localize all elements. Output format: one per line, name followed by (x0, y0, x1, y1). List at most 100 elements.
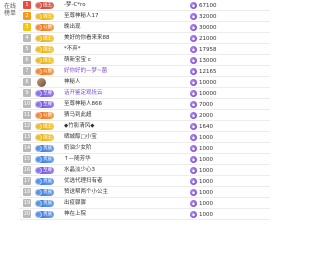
leaderboard-row[interactable]: 10 至尊 至尊神秘人866 ◆ 7000 (19, 99, 270, 110)
score-number: 30000 (199, 24, 217, 31)
badge-wrap: 国王 (35, 12, 61, 20)
score-value: ◆ 10000 (190, 88, 217, 99)
leaderboard-row[interactable]: 18 贵族 赞送帮两个小公主 ◆ 1000 (19, 187, 270, 198)
badge-crown-icon (35, 199, 42, 207)
vip-badge: 至尊 (35, 89, 54, 97)
score-value: ◆ 10000 (190, 77, 217, 88)
vip-badge-label: 贵族 (43, 211, 52, 217)
vip-badge: 贵族 (35, 155, 54, 163)
vip-badge: 贵族 (35, 188, 54, 196)
rank-number: 8 (23, 78, 31, 86)
rank-number: 10 (23, 100, 31, 108)
leaderboard-row[interactable]: 5 国王 *不弃* ◆ 17958 (19, 44, 270, 55)
score-number: 32000 (199, 13, 217, 20)
user-name: 神秘人 (64, 78, 81, 85)
leaderboard-row[interactable]: 20 贵族 神在上院 ◆ 1000 (19, 209, 270, 220)
badge-crown-icon (35, 166, 42, 174)
leaderboard-row[interactable]: 17 贵族 优选代理扫有者 ◆ 1000 (19, 176, 270, 187)
vip-badge: 公爵 (35, 111, 54, 119)
leaderboard-row[interactable]: 11 公爵 猜马到此超 ◆ 2000 (19, 110, 270, 121)
badge-crown-icon (35, 100, 42, 108)
leaderboard-row[interactable]: 16 至尊 水晶淡少心3 ◆ 1000 (19, 165, 270, 176)
vip-badge-label: 贵族 (43, 178, 52, 184)
badge-wrap: 至尊 (35, 100, 61, 108)
badge-crown-icon (35, 12, 42, 20)
coin-icon: ◆ (190, 13, 197, 20)
score-value: ◆ 1000 (190, 198, 213, 209)
user-name: 出疫骤骤 (64, 199, 87, 206)
coin-icon: ◆ (190, 134, 197, 141)
coin-icon: ◆ (190, 145, 197, 152)
score-number: 1000 (199, 134, 213, 141)
vip-badge: 公爵 (35, 67, 54, 75)
vip-badge: 国王 (35, 122, 54, 130)
vip-badge: 至尊 (35, 166, 54, 174)
leaderboard-row[interactable]: 6 国王 萌新宝宝 c ◆ 13000 (19, 55, 270, 66)
leaderboard-row[interactable]: 9 至尊 话开鉴定观抚云 ◆ 10000 (19, 88, 270, 99)
badge-wrap (35, 77, 61, 87)
badge-wrap: 贵族 (35, 155, 61, 163)
vip-badge-label: 公爵 (43, 112, 52, 118)
vip-badge: 国王 (35, 56, 54, 64)
leaderboard-row[interactable]: 7 公爵 好你好的—梦~菌 ◆ 12165 (19, 66, 270, 77)
user-name: -梦-C*ro (64, 1, 86, 8)
score-value: ◆ 13000 (190, 55, 217, 66)
vip-badge-label: 国王 (43, 13, 52, 19)
score-value: ◆ 67100 (190, 0, 217, 11)
vip-badge-label: 贵族 (43, 189, 52, 195)
user-name: 晒城醇□小宝 (64, 133, 97, 140)
leaderboard-row[interactable]: 4 国王 美好的你看来来88 ◆ 21000 (19, 33, 270, 44)
badge-crown-icon (35, 155, 42, 163)
vip-badge: 国王 (35, 1, 54, 9)
badge-wrap: 至尊 (35, 89, 61, 97)
coin-icon: ◆ (190, 200, 197, 207)
vip-badge-label: 贵族 (43, 156, 52, 162)
leaderboard-row[interactable]: 12 国王 ◆竹影清风◆ ◆ 1640 (19, 121, 270, 132)
sidebar-label: 在线榜单 (3, 3, 16, 17)
leaderboard-row[interactable]: 14 贵族 奶油少女阶 ◆ 1000 (19, 143, 270, 154)
badge-wrap: 贵族 (35, 210, 61, 218)
vip-badge-label: 国王 (43, 57, 52, 63)
badge-crown-icon (35, 111, 42, 119)
vip-badge: 贵族 (35, 210, 54, 218)
leaderboard-row[interactable]: 1 国王 -梦-C*ro ◆ 67100 (19, 0, 270, 11)
score-number: 1000 (199, 145, 213, 152)
coin-icon: ◆ (190, 178, 197, 185)
leaderboard-row[interactable]: 19 贵族 出疫骤骤 ◆ 1000 (19, 198, 270, 209)
coin-icon: ◆ (190, 211, 197, 218)
leaderboard-row[interactable]: 8 神秘人 ◆ 10000 (19, 77, 270, 88)
badge-crown-icon (35, 144, 42, 152)
badge-wrap: 国王 (35, 1, 61, 9)
score-number: 1000 (199, 200, 213, 207)
vip-badge-label: 公爵 (43, 68, 52, 74)
score-value: ◆ 32000 (190, 11, 217, 22)
leaderboard-row[interactable]: 13 国王 晒城醇□小宝 ◆ 1000 (19, 132, 270, 143)
leaderboard-row[interactable]: 3 公爵 晚出现 ◆ 30000 (19, 22, 270, 33)
rank-number: 16 (23, 166, 31, 174)
badge-wrap: 国王 (35, 122, 61, 130)
score-value: ◆ 1640 (190, 121, 213, 132)
leaderboard-row[interactable]: 2 国王 至尊神秘人17 ◆ 32000 (19, 11, 270, 22)
coin-icon: ◆ (190, 189, 197, 196)
badge-wrap: 国王 (35, 133, 61, 141)
coin-icon: ◆ (190, 68, 197, 75)
vip-badge: 至尊 (35, 100, 54, 108)
vip-badge-label: 贵族 (43, 145, 52, 151)
user-name: 神在上院 (64, 210, 87, 217)
vip-badge-label: 国王 (43, 123, 52, 129)
score-number: 2000 (199, 112, 213, 119)
score-value: ◆ 21000 (190, 33, 217, 44)
rank-number: 15 (23, 155, 31, 163)
vip-badge: 贵族 (35, 199, 54, 207)
coin-icon: ◆ (190, 156, 197, 163)
rank-number: 17 (23, 177, 31, 185)
leaderboard-row[interactable]: 15 贵族 ↑—随芳华 ◆ 1000 (19, 154, 270, 165)
coin-icon: ◆ (190, 90, 197, 97)
user-name: 美好的你看来来88 (64, 34, 110, 41)
badge-crown-icon (35, 122, 42, 130)
score-value: ◆ 1000 (190, 165, 213, 176)
coin-icon: ◆ (190, 24, 197, 31)
rank-number: 13 (23, 133, 31, 141)
vip-badge: 国王 (35, 45, 54, 53)
vip-badge: 国王 (35, 12, 54, 20)
